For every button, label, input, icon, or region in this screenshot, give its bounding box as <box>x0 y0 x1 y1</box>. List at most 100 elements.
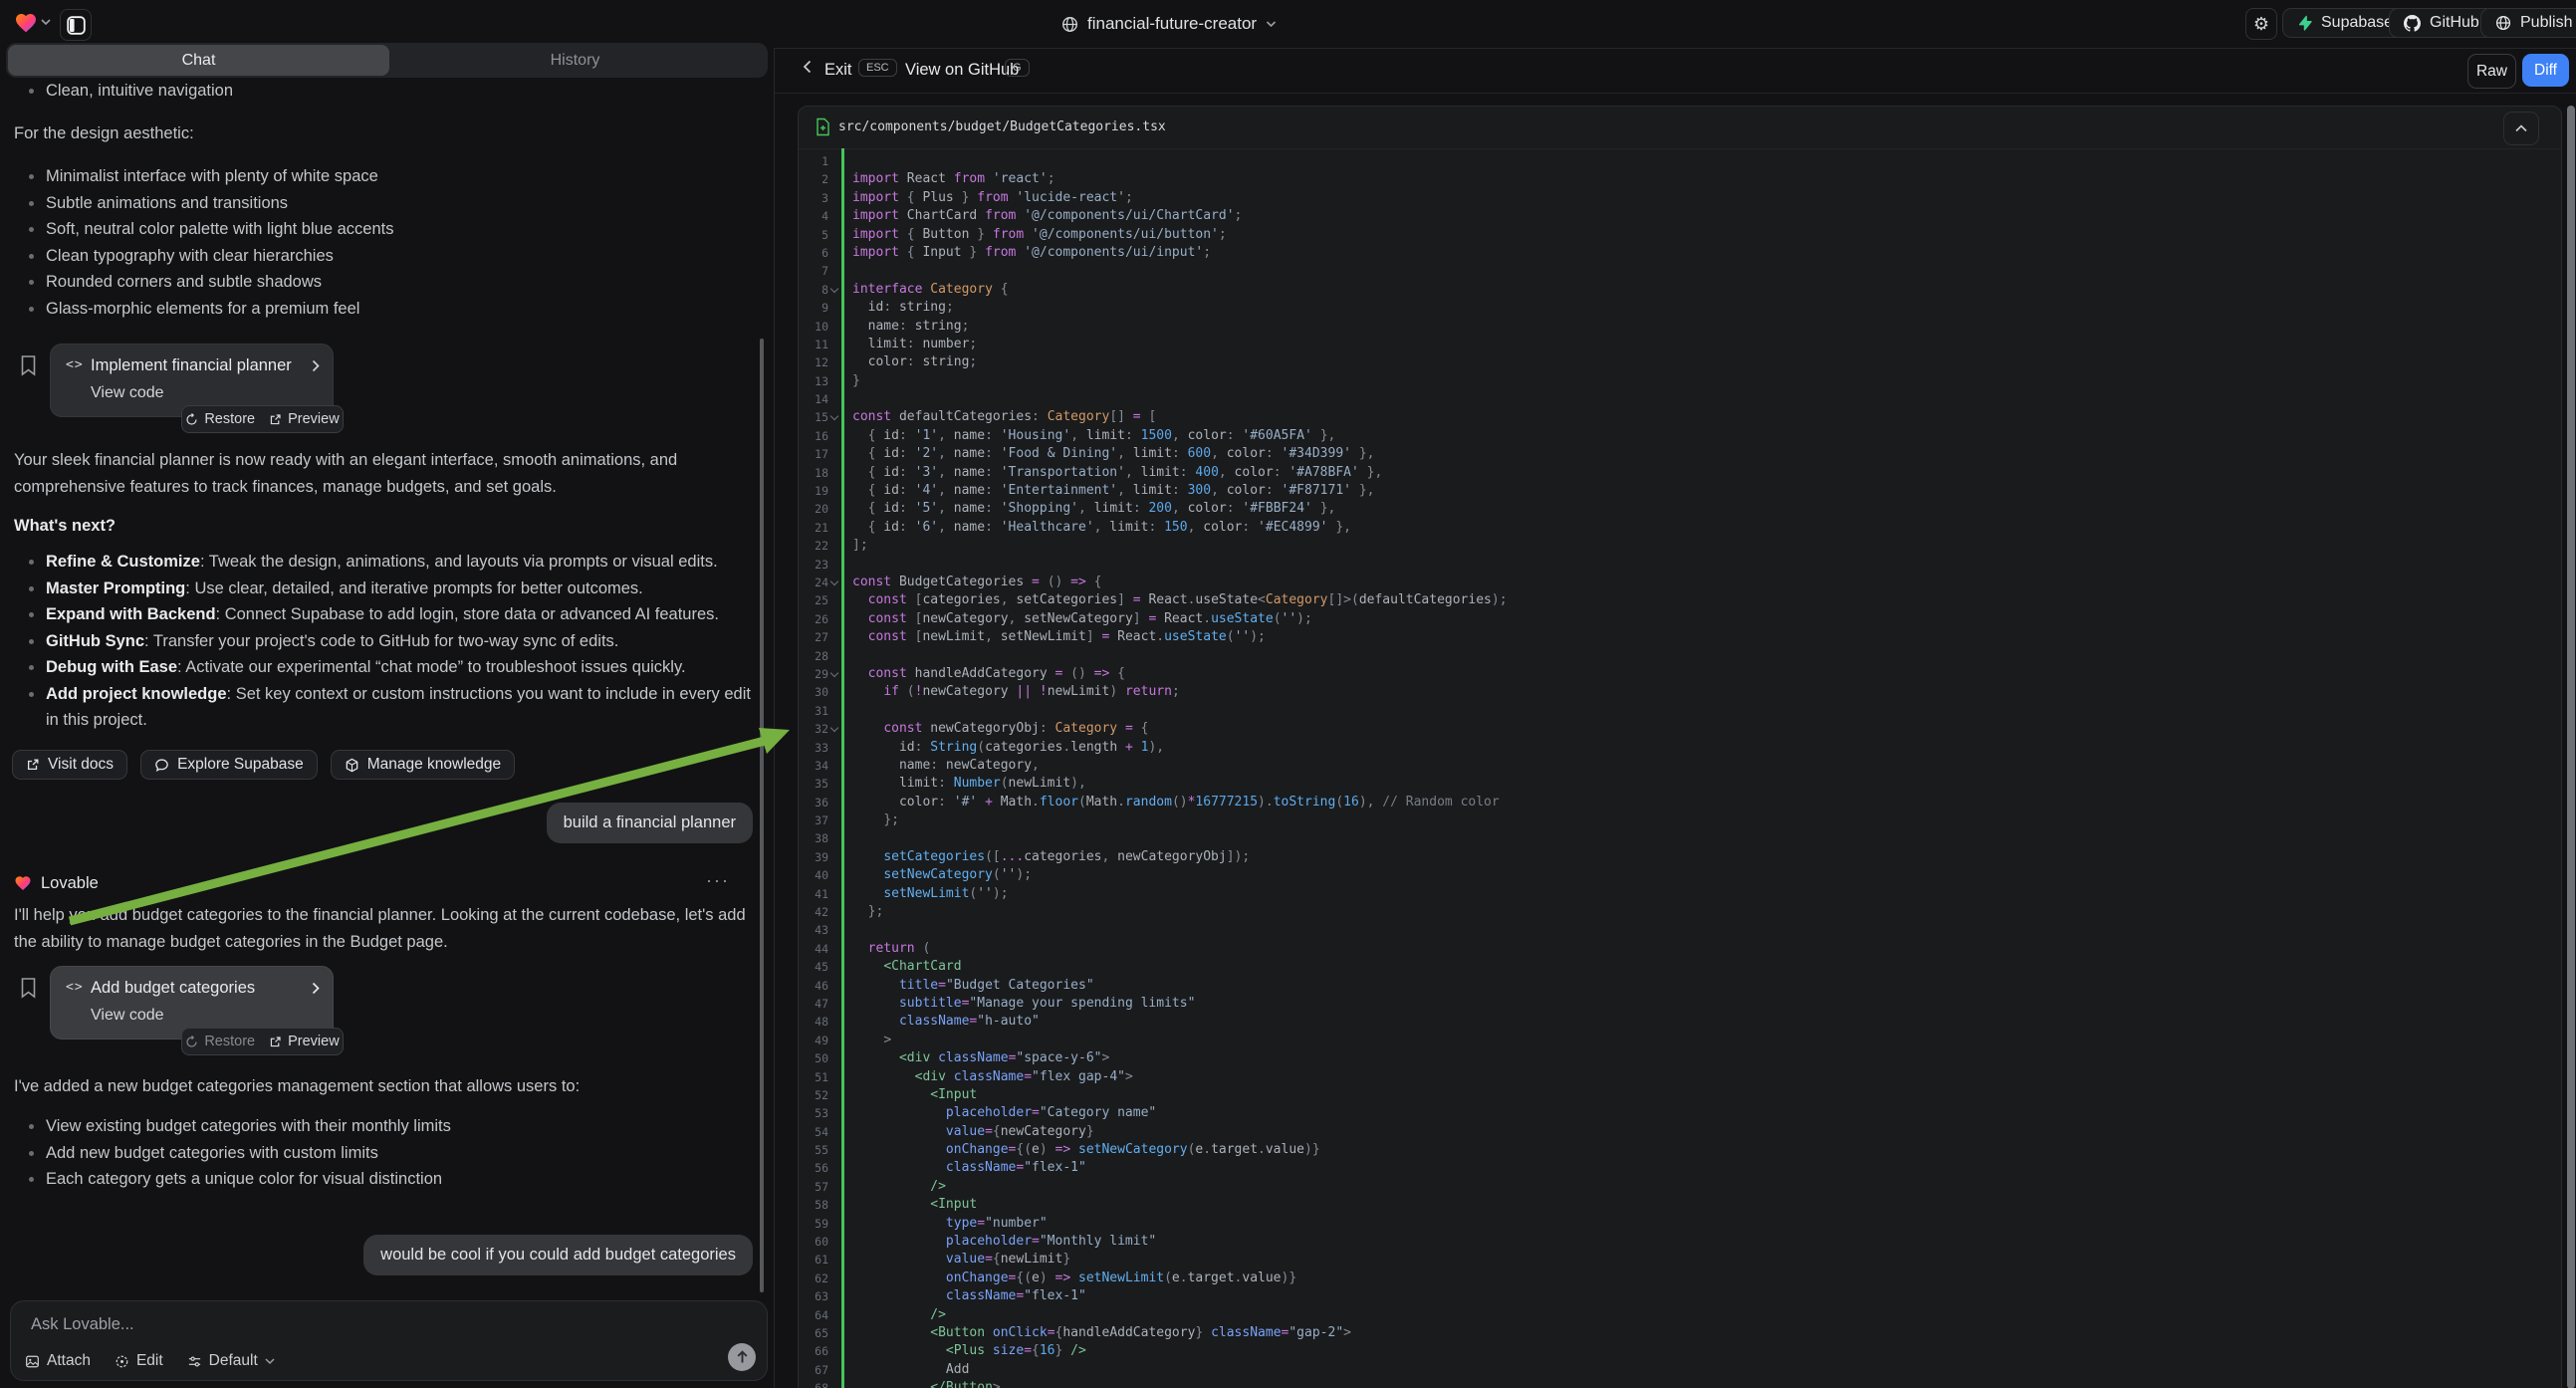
view-code-link[interactable]: View code <box>91 384 164 402</box>
bookmark-icon[interactable] <box>20 977 37 999</box>
code-text: className="flex-1" <box>852 1287 1086 1305</box>
github-icon <box>2404 15 2421 32</box>
help-paragraph: I'll help you add budget categories to t… <box>14 902 756 955</box>
code-view-header: Exit ESC View on GitHub G Raw Diff <box>775 49 2576 94</box>
fold-chevron-icon[interactable] <box>830 669 838 677</box>
chevron-up-icon <box>2515 124 2527 132</box>
list-item: Glass-morphic elements for a premium fee… <box>14 296 756 323</box>
line-number: 37 <box>799 811 828 829</box>
fold-chevron-icon[interactable] <box>830 412 838 420</box>
fold-chevron-icon[interactable] <box>830 724 838 732</box>
file-path-bar[interactable]: src/components/budget/BudgetCategories.t… <box>799 107 2561 149</box>
restore-button[interactable]: Restore <box>185 411 255 427</box>
line-number: 13 <box>799 372 828 390</box>
chevron-right-icon[interactable] <box>312 982 320 995</box>
raw-tab[interactable]: Raw <box>2467 54 2516 89</box>
code-text: limit: Number(newLimit), <box>852 775 1086 793</box>
code-text: <Input <box>852 1196 977 1214</box>
fold-chevron-icon[interactable] <box>830 578 838 585</box>
line-number: 23 <box>799 556 828 574</box>
code-line: 57 /> <box>799 1178 2561 1196</box>
diff-tab[interactable]: Diff <box>2522 54 2569 87</box>
code-text: import { Plus } from 'lucide-react'; <box>852 189 1133 207</box>
list-item: Subtle animations and transitions <box>14 190 756 217</box>
chevron-right-icon[interactable] <box>312 359 320 372</box>
whats-next-heading: What's next? <box>14 513 756 540</box>
code-text: color: string; <box>852 353 977 371</box>
view-code-link[interactable]: View code <box>91 1007 164 1025</box>
publish-button[interactable]: Publish <box>2480 8 2576 38</box>
ready-paragraph: Your sleek financial planner is now read… <box>14 447 756 500</box>
code-line: 13} <box>799 372 2561 390</box>
chat-scrollbar[interactable] <box>760 339 764 1292</box>
github-button[interactable]: GitHub <box>2389 8 2494 38</box>
chat-input[interactable]: Ask Lovable... <box>31 1315 134 1334</box>
preview-button[interactable]: Preview <box>269 411 340 427</box>
code-icon: <> <box>66 357 84 372</box>
code-line: 68 </Button> <box>799 1379 2561 1388</box>
list-item: Soft, neutral color palette with light b… <box>14 216 756 243</box>
app-window: financial-future-creator ⚙ Supabase GitH… <box>0 0 2576 1388</box>
code-text: import { Button } from '@/components/ui/… <box>852 226 1227 244</box>
message-menu-button[interactable]: ··· <box>706 870 730 891</box>
code-text: <Plus size={16} /> <box>852 1342 1086 1360</box>
code-lines[interactable]: 12import React from 'react';3import { Pl… <box>799 152 2561 1388</box>
fold-chevron-icon[interactable] <box>830 284 838 292</box>
line-number: 40 <box>799 866 828 884</box>
mode-select[interactable]: Default <box>187 1352 275 1370</box>
project-switcher[interactable]: financial-future-creator <box>1061 0 1277 48</box>
code-line: 48 className="h-auto" <box>799 1013 2561 1031</box>
line-number: 66 <box>799 1342 828 1360</box>
code-line: 46 title="Budget Categories" <box>799 977 2561 995</box>
code-line: 34 name: newCategory, <box>799 757 2561 775</box>
line-number: 36 <box>799 794 828 811</box>
chat-bubble-icon <box>154 758 169 773</box>
preview-button[interactable]: Preview <box>269 1034 340 1049</box>
visit-docs-button[interactable]: Visit docs <box>12 750 127 780</box>
back-chevron-icon[interactable] <box>803 60 812 74</box>
project-title: financial-future-creator <box>1087 14 1257 34</box>
tab-chat[interactable]: Chat <box>8 45 389 76</box>
code-text: setNewCategory(''); <box>852 866 1032 884</box>
code-text: import React from 'react'; <box>852 170 1055 188</box>
code-text: setNewLimit(''); <box>852 885 1009 903</box>
view-on-github-button[interactable]: View on GitHub <box>905 61 1019 80</box>
arrow-up-icon <box>736 1350 749 1364</box>
edit-button[interactable]: Edit <box>115 1352 163 1370</box>
code-text: { id: '2', name: 'Food & Dining', limit:… <box>852 445 1374 463</box>
settings-button[interactable]: ⚙ <box>2245 8 2277 40</box>
line-number: 10 <box>799 318 828 336</box>
explore-supabase-button[interactable]: Explore Supabase <box>140 750 318 780</box>
next-steps-list: Refine & Customize: Tweak the design, an… <box>14 549 751 734</box>
exit-button[interactable]: Exit <box>824 61 852 80</box>
image-icon <box>25 1354 40 1369</box>
send-button[interactable] <box>728 1343 756 1371</box>
restore-preview-bar: Restore Preview <box>181 1028 344 1055</box>
attach-button[interactable]: Attach <box>25 1352 91 1370</box>
manage-knowledge-button[interactable]: Manage knowledge <box>331 750 515 780</box>
line-number: 30 <box>799 683 828 701</box>
code-line: 44 return ( <box>799 940 2561 958</box>
code-line: 12 color: string; <box>799 353 2561 371</box>
code-text: } <box>852 372 860 390</box>
code-line: 23 <box>799 556 2561 574</box>
line-number: 38 <box>799 829 828 847</box>
code-line: 7 <box>799 262 2561 280</box>
code-line: 51 <div className="flex gap-4"> <box>799 1068 2561 1086</box>
line-number: 26 <box>799 610 828 628</box>
line-number: 63 <box>799 1287 828 1305</box>
code-text: const handleAddCategory = () => { <box>852 665 1125 683</box>
line-number: 5 <box>799 226 828 244</box>
code-line: 16 { id: '1', name: 'Housing', limit: 15… <box>799 427 2561 445</box>
bookmark-icon[interactable] <box>20 354 37 376</box>
list-item: Minimalist interface with plenty of whit… <box>14 163 756 190</box>
code-line: 36 color: '#' + Math.floor(Math.random()… <box>799 794 2561 811</box>
code-text: title="Budget Categories" <box>852 977 1094 995</box>
tab-history[interactable]: History <box>384 45 766 76</box>
line-number: 54 <box>799 1123 828 1141</box>
code-text: const [categories, setCategories] = Reac… <box>852 591 1508 609</box>
collapse-file-button[interactable] <box>2503 112 2539 145</box>
added-bullet-list: View existing budget categories with the… <box>14 1113 756 1193</box>
restore-button[interactable]: Restore <box>185 1034 255 1049</box>
code-scrollbar[interactable] <box>2567 106 2575 1388</box>
